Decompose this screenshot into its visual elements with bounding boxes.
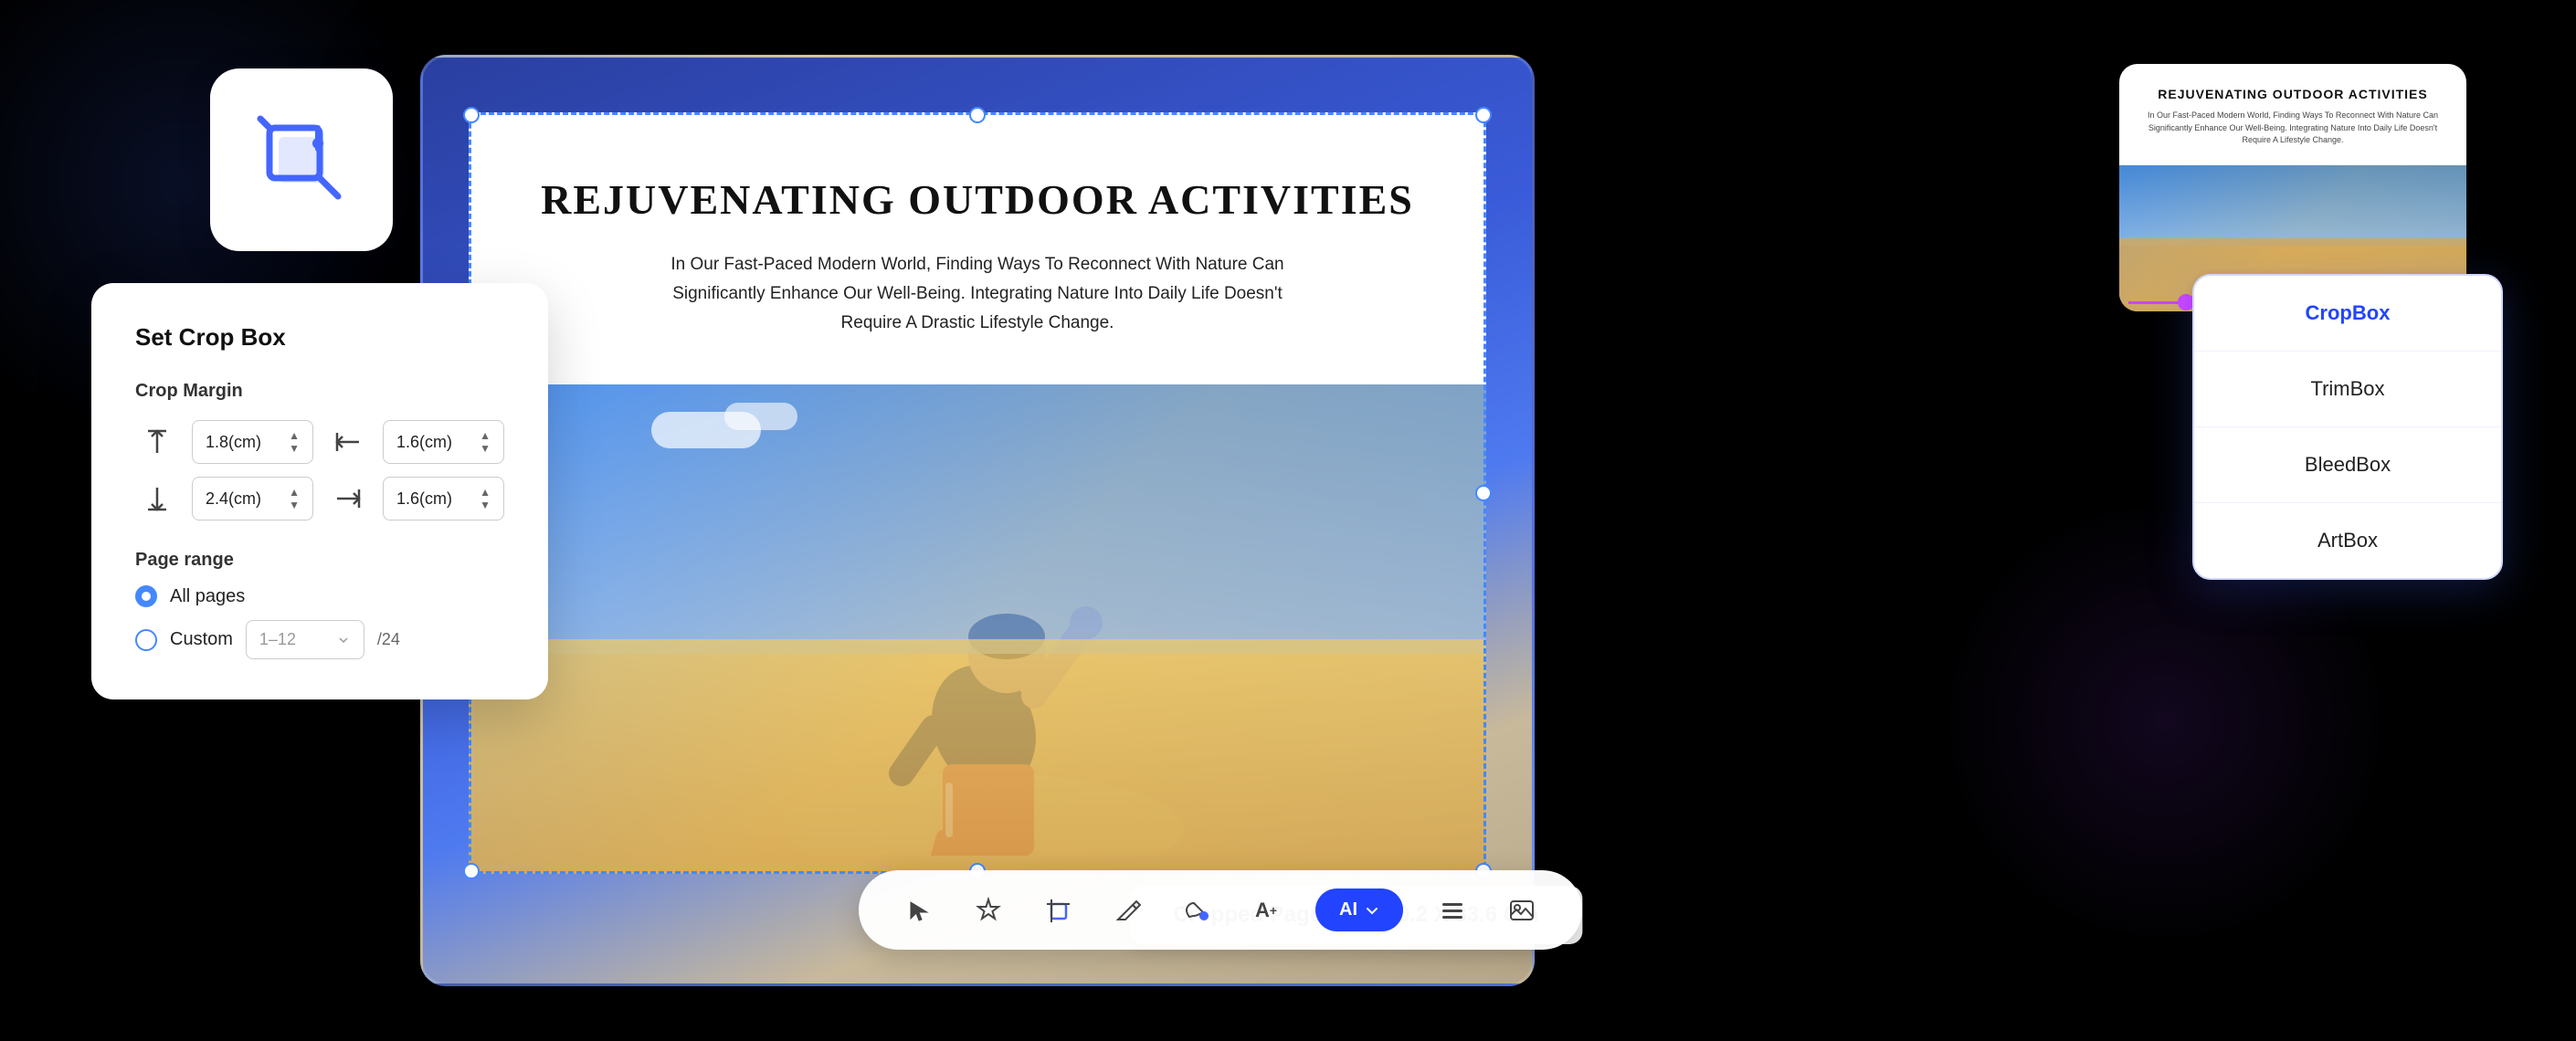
margin-top-stepper[interactable]: ▲ ▼	[289, 430, 300, 454]
crop-icon-card[interactable]	[210, 68, 393, 251]
dropdown-item-cropbox[interactable]: CropBox	[2194, 276, 2501, 352]
pdf-image-section	[469, 384, 1486, 874]
stepper-up[interactable]: ▲	[289, 430, 300, 441]
crop-tool-btn[interactable]	[1038, 890, 1078, 931]
dropdown-item-bleedbox[interactable]: BleedBox	[2194, 427, 2501, 503]
margin-grid: 1.8(cm) ▲ ▼ 1.6(cm) ▲ ▼	[135, 420, 504, 520]
toolbar: A+ AI	[859, 870, 1582, 950]
text-add-icon[interactable]: A+	[1246, 890, 1286, 931]
crop-panel: Set Crop Box Crop Margin 1.8(cm) ▲ ▼	[91, 283, 548, 699]
margin-bottom-icon	[135, 486, 179, 511]
image-icon[interactable]	[1502, 890, 1542, 931]
stepper-up[interactable]: ▲	[480, 430, 491, 441]
all-pages-row[interactable]: All pages	[135, 585, 504, 607]
pdf-subtitle: In Our Fast-Paced Modern World, Finding …	[667, 250, 1288, 339]
stepper-down[interactable]: ▼	[480, 443, 491, 454]
pdf-content-area: Rejuvenating Outdoor Activities In Our F…	[469, 112, 1486, 874]
chevron-down-icon	[1365, 903, 1379, 918]
pdf-inner: Rejuvenating Outdoor Activities In Our F…	[423, 58, 1532, 983]
margin-top-input[interactable]: 1.8(cm) ▲ ▼	[192, 420, 313, 464]
margin-bottom-stepper[interactable]: ▲ ▼	[289, 487, 300, 510]
custom-label: Custom	[170, 629, 233, 650]
annotation-icon[interactable]	[968, 890, 1008, 931]
ai-label: AI	[1339, 899, 1357, 920]
range-placeholder: 1–12	[259, 630, 296, 649]
page-range-section: Page range All pages Custom 1–12 /24	[135, 550, 504, 659]
mini-preview-title: Rejuvenating Outdoor Activities	[2145, 86, 2441, 102]
stepper-up[interactable]: ▲	[289, 487, 300, 498]
pdf-text-section: Rejuvenating Outdoor Activities In Our F…	[469, 112, 1486, 384]
scene: Rejuvenating Outdoor Activities In Our F…	[0, 0, 2576, 1041]
sky-overlay	[469, 384, 1486, 654]
margin-right-stepper[interactable]: ▲ ▼	[480, 487, 491, 510]
margin-top-icon	[135, 429, 179, 455]
stepper-down[interactable]: ▼	[289, 499, 300, 510]
stepper-down[interactable]: ▼	[480, 499, 491, 510]
margin-left-stepper[interactable]: ▲ ▼	[480, 430, 491, 454]
margin-right-icon	[326, 486, 370, 511]
total-pages: /24	[377, 630, 400, 649]
mini-preview-text-area: Rejuvenating Outdoor Activities In Our F…	[2119, 64, 2466, 165]
page-range-input[interactable]: 1–12	[246, 620, 364, 659]
margin-left-icon	[326, 429, 370, 455]
cloud-2	[724, 403, 797, 430]
margin-bottom-input[interactable]: 2.4(cm) ▲ ▼	[192, 477, 313, 520]
stepper-down[interactable]: ▼	[289, 443, 300, 454]
margin-right-input[interactable]: 1.6(cm) ▲ ▼	[383, 477, 504, 520]
all-pages-radio[interactable]	[135, 585, 157, 607]
dropdown-item-artbox[interactable]: ArtBox	[2194, 503, 2501, 578]
pdf-main-title: Rejuvenating Outdoor Activities	[523, 176, 1431, 225]
select-tool-icon[interactable]	[899, 890, 939, 931]
custom-radio[interactable]	[135, 629, 157, 651]
mini-sky	[2119, 165, 2466, 246]
edit-tool-icon[interactable]	[1107, 890, 1147, 931]
custom-range-row[interactable]: Custom 1–12 /24	[135, 620, 504, 659]
cropbox-dropdown: CropBox TrimBox BleedBox ArtBox	[2192, 274, 2503, 580]
sand-overlay	[469, 639, 1486, 874]
main-pdf-card: Rejuvenating Outdoor Activities In Our F…	[420, 55, 1535, 986]
crop-tool-icon	[256, 114, 347, 205]
all-pages-label: All pages	[170, 586, 245, 607]
crop-margin-label: Crop Margin	[135, 381, 504, 402]
fill-color-icon[interactable]	[1177, 890, 1217, 931]
mini-preview-body: In Our Fast-Paced Modern World, Finding …	[2145, 110, 2441, 147]
stepper-up[interactable]: ▲	[480, 487, 491, 498]
range-chevron-icon	[336, 633, 351, 647]
page-range-label: Page range	[135, 550, 504, 571]
list-icon[interactable]	[1432, 890, 1473, 931]
dropdown-item-trimbox[interactable]: TrimBox	[2194, 352, 2501, 427]
crop-panel-title: Set Crop Box	[135, 323, 504, 352]
toolbar-inner: A+ AI	[859, 870, 1582, 950]
connector-line	[2128, 301, 2201, 304]
ai-button[interactable]: AI	[1315, 889, 1403, 931]
margin-left-input[interactable]: 1.6(cm) ▲ ▼	[383, 420, 504, 464]
